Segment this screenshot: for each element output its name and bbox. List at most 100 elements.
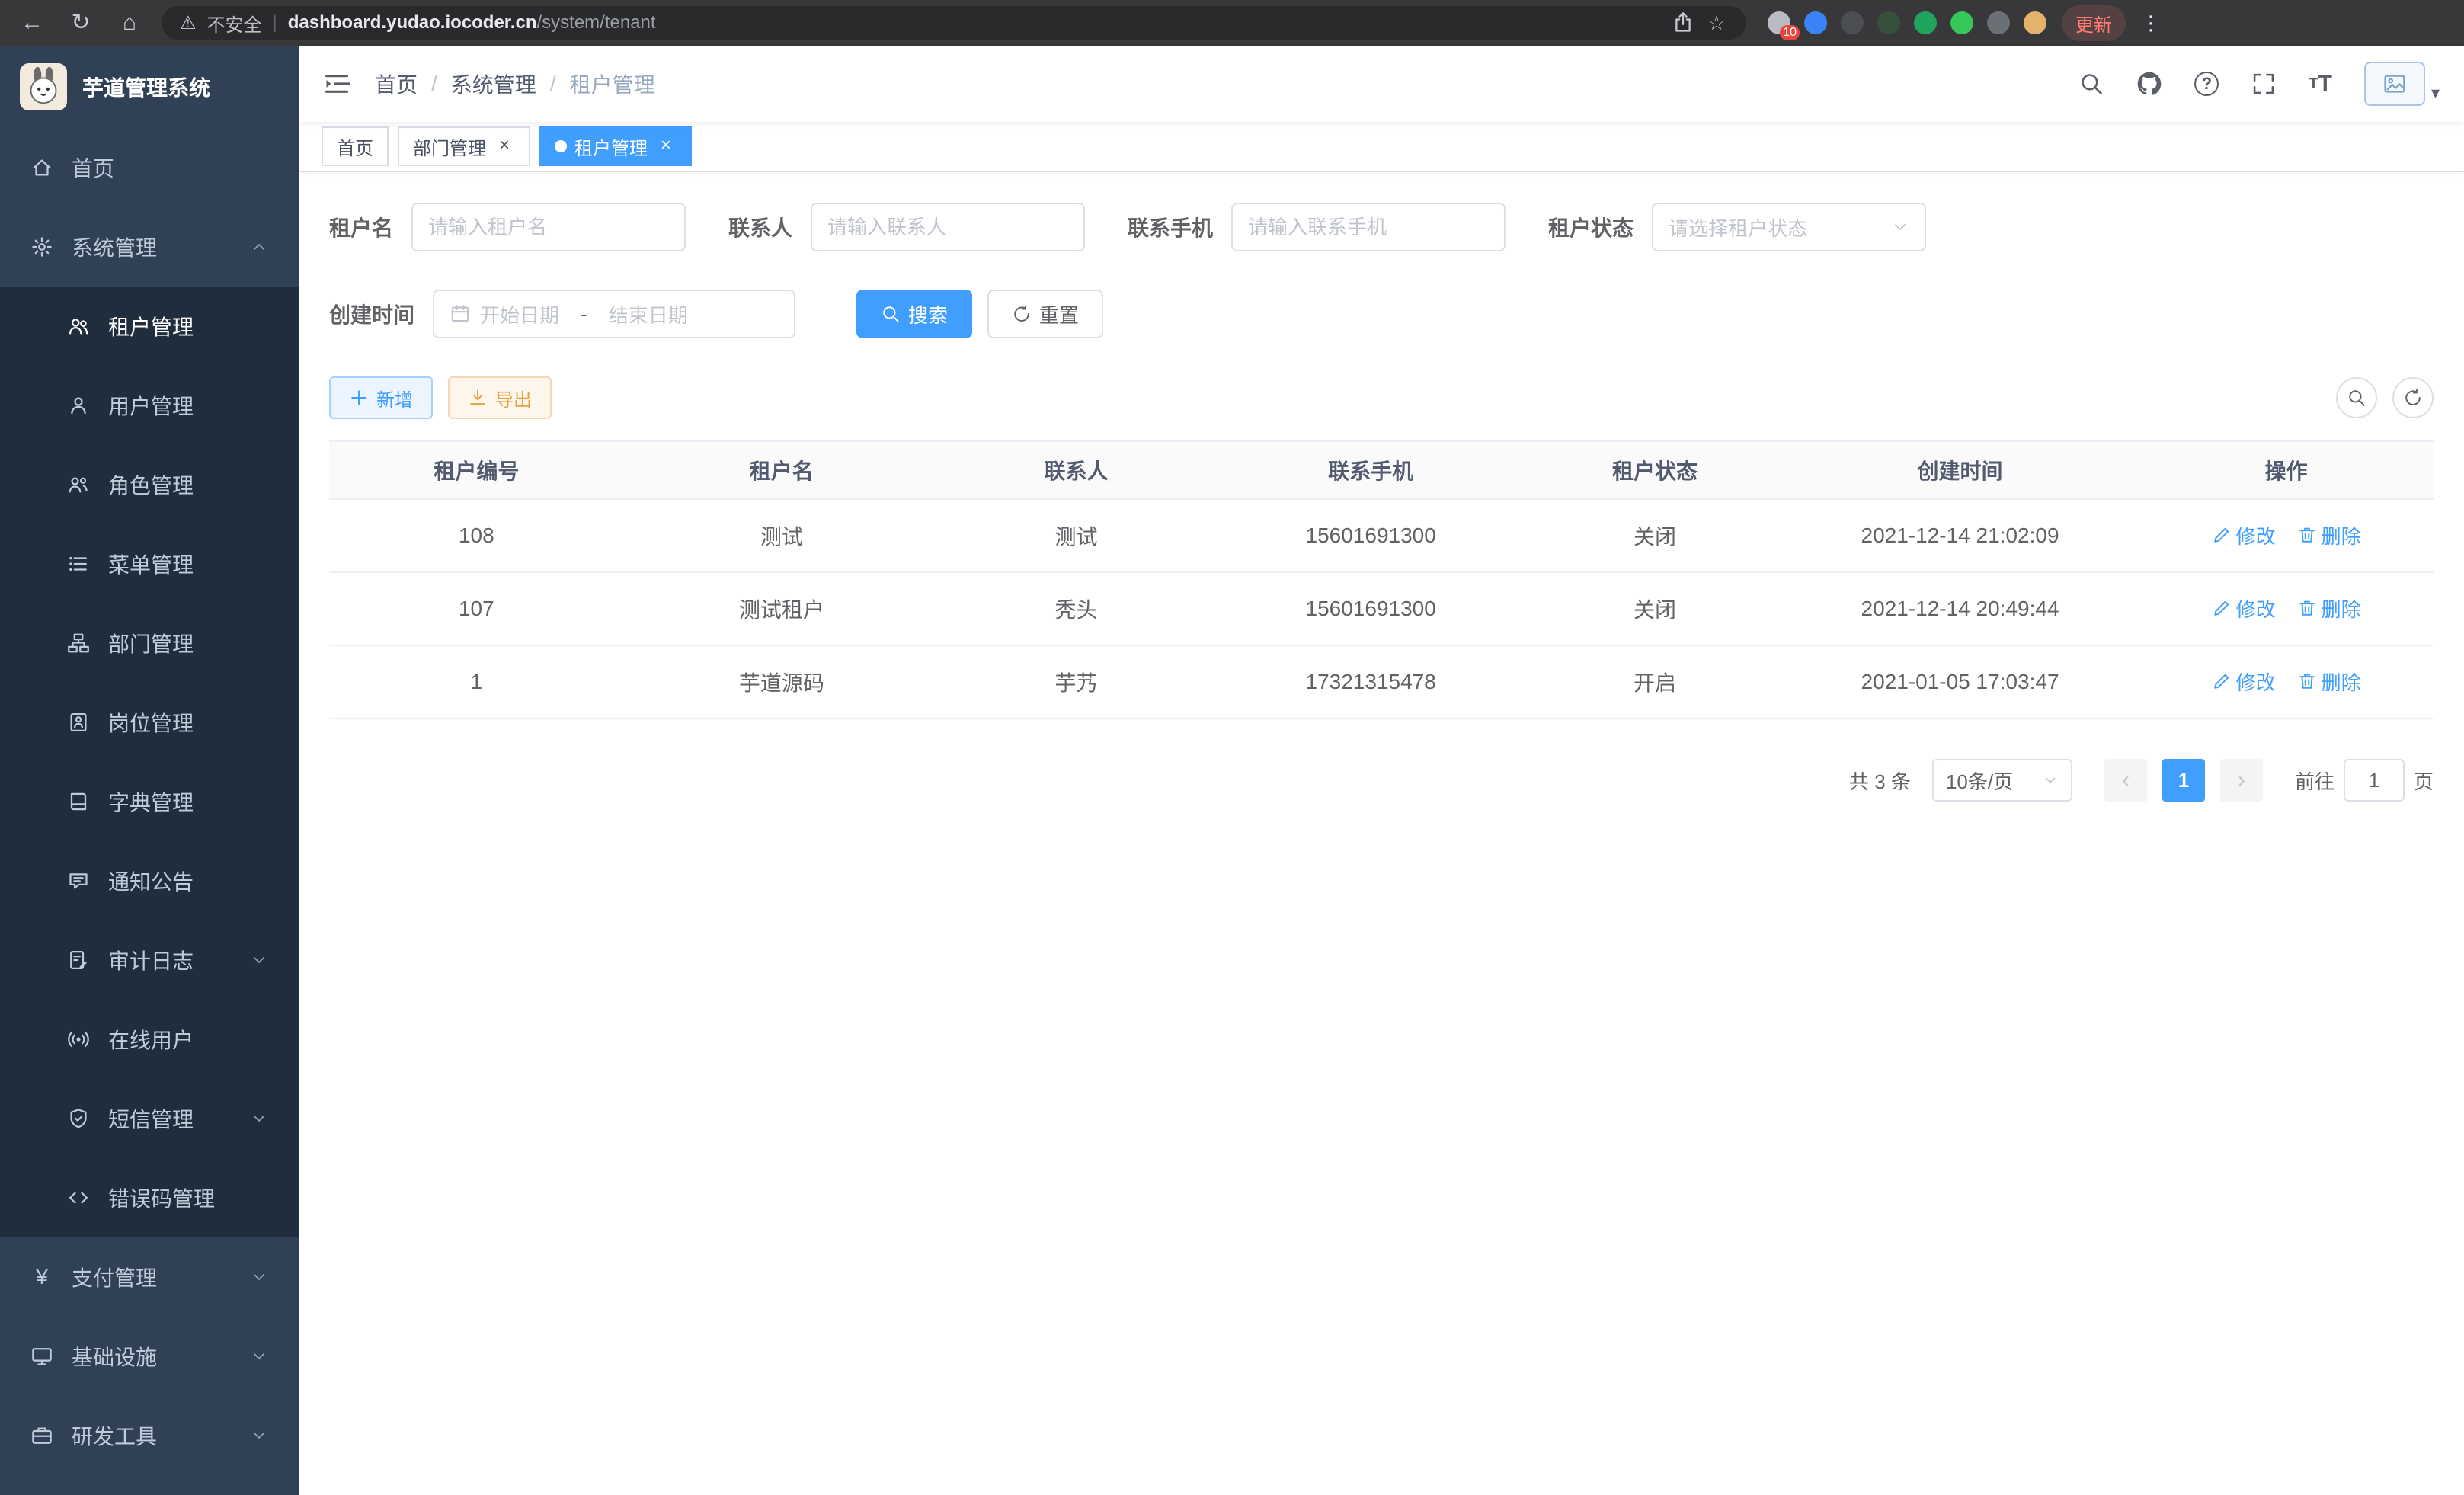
- navbar-actions: ? TT ▾: [2078, 62, 2440, 106]
- pagination: 共 3 条 10条/页 ‹ 1 › 前往 页: [329, 759, 2434, 802]
- contact-field: [811, 203, 1085, 251]
- export-button[interactable]: 导出: [448, 376, 552, 419]
- extension-icon[interactable]: [1877, 11, 1900, 34]
- create-time-range[interactable]: 开始日期 - 结束日期: [433, 290, 795, 338]
- cell-contact: 芋艿: [939, 645, 1213, 719]
- sidebar-item-tools[interactable]: 研发工具: [0, 1396, 299, 1475]
- toggle-search-button[interactable]: [2336, 377, 2377, 418]
- chevron-down-icon: [1891, 218, 1909, 236]
- search-button-label: 搜索: [908, 300, 948, 328]
- logo-image: [20, 63, 67, 110]
- tree-icon: [67, 632, 90, 655]
- sidebar-item-label: 岗位管理: [108, 707, 194, 738]
- extension-icon[interactable]: [1914, 11, 1937, 34]
- breadcrumb-separator: /: [431, 72, 437, 96]
- breadcrumb-separator: /: [550, 72, 556, 96]
- security-label: 不安全: [207, 10, 262, 37]
- sidebar-item-errcode[interactable]: 错误码管理: [0, 1158, 299, 1237]
- search-button[interactable]: 搜索: [856, 290, 972, 338]
- tenant-name-label: 租户名: [329, 212, 393, 242]
- edit-link[interactable]: 修改: [2212, 594, 2276, 623]
- extension-icon[interactable]: [1950, 11, 1973, 34]
- sidebar-item-user[interactable]: 用户管理: [0, 366, 299, 445]
- column-header: 租户编号: [329, 441, 624, 499]
- sidebar-item-pay[interactable]: ¥支付管理: [0, 1237, 299, 1317]
- sidebar-item-label: 审计日志: [108, 945, 194, 975]
- page-size-select[interactable]: 10条/页: [1932, 759, 2072, 802]
- bookmark-star-icon[interactable]: ☆: [1705, 13, 1728, 33]
- sidebar: 芋道管理系统 首页系统管理租户管理用户管理角色管理菜单管理部门管理岗位管理字典管…: [0, 46, 299, 1495]
- end-date-placeholder: 结束日期: [609, 300, 688, 328]
- cell-name: 芋道源码: [624, 645, 939, 719]
- breadcrumb-item[interactable]: 首页: [375, 69, 418, 99]
- refresh-list-button[interactable]: [2392, 377, 2434, 418]
- tenant-name-input[interactable]: [428, 216, 669, 239]
- tenant-status-select[interactable]: 请选择租户状态: [1652, 203, 1926, 251]
- extension-icon[interactable]: [1987, 11, 2010, 34]
- extension-icon[interactable]: [1804, 11, 1827, 34]
- sidebar-item-label: 错误码管理: [108, 1183, 215, 1213]
- sidebar-item-label: 短信管理: [108, 1103, 194, 1134]
- current-page-button[interactable]: 1: [2162, 759, 2205, 802]
- sidebar-item-role[interactable]: 角色管理: [0, 445, 299, 524]
- prev-page-button[interactable]: ‹: [2104, 759, 2147, 802]
- contact-input[interactable]: [827, 216, 1068, 239]
- sidebar-item-post[interactable]: 岗位管理: [0, 683, 299, 762]
- github-icon[interactable]: [2136, 71, 2162, 97]
- sidebar-item-dept[interactable]: 部门管理: [0, 603, 299, 683]
- close-tab-icon[interactable]: ×: [494, 136, 515, 157]
- extension-icon[interactable]: [2024, 11, 2046, 34]
- mobile-input[interactable]: [1248, 216, 1489, 239]
- update-button[interactable]: 更新: [2062, 5, 2126, 41]
- search-icon: [881, 304, 901, 324]
- sidebar-item-dict[interactable]: 字典管理: [0, 762, 299, 841]
- user-avatar[interactable]: ▾: [2364, 62, 2440, 106]
- next-page-button[interactable]: ›: [2220, 759, 2263, 802]
- sidebar-item-menu[interactable]: 菜单管理: [0, 524, 299, 603]
- delete-link[interactable]: 删除: [2297, 594, 2361, 623]
- close-tab-icon[interactable]: ×: [655, 136, 677, 157]
- delete-link[interactable]: 删除: [2297, 667, 2361, 696]
- edit-link[interactable]: 修改: [2212, 667, 2276, 696]
- edit-link[interactable]: 修改: [2212, 521, 2276, 549]
- refresh-icon: [2403, 388, 2423, 408]
- sidebar-item-label: 菜单管理: [108, 549, 194, 579]
- extension-icon[interactable]: 10: [1768, 11, 1790, 34]
- goto-page-input[interactable]: [2344, 759, 2405, 802]
- app-logo[interactable]: 芋道管理系统: [0, 46, 299, 128]
- sidebar-item-infra[interactable]: 基础设施: [0, 1317, 299, 1396]
- share-icon[interactable]: [1672, 11, 1694, 34]
- tab-home[interactable]: 首页: [322, 126, 389, 166]
- back-icon[interactable]: ←: [15, 11, 49, 34]
- book-icon: [67, 790, 90, 813]
- browser-menu-icon[interactable]: ⋮: [2141, 11, 2156, 35]
- reload-icon[interactable]: ↻: [64, 11, 98, 34]
- sidebar-item-label: 部门管理: [108, 628, 194, 658]
- cell-status: 关闭: [1528, 572, 1781, 645]
- sidebar-item-audit[interactable]: 审计日志: [0, 920, 299, 1000]
- sidebar-menu: 首页系统管理租户管理用户管理角色管理菜单管理部门管理岗位管理字典管理通知公告审计…: [0, 128, 299, 1475]
- address-bar[interactable]: ⚠ 不安全 | dashboard.yudao.iocoder.cn/syste…: [162, 6, 1746, 40]
- sidebar-item-label: 支付管理: [72, 1262, 157, 1292]
- sidebar-item-home[interactable]: 首页: [0, 128, 299, 207]
- breadcrumb-item[interactable]: 系统管理: [451, 69, 536, 99]
- delete-link[interactable]: 删除: [2297, 521, 2361, 549]
- font-size-icon[interactable]: TT: [2309, 71, 2332, 97]
- fullscreen-icon[interactable]: [2251, 71, 2277, 97]
- sidebar-item-online[interactable]: 在线用户: [0, 1000, 299, 1079]
- sidebar-item-sms[interactable]: 短信管理: [0, 1079, 299, 1158]
- browser-home-icon[interactable]: ⌂: [113, 11, 146, 34]
- add-button[interactable]: 新增: [329, 376, 433, 419]
- browser-chrome: ← ↻ ⌂ ⚠ 不安全 | dashboard.yudao.iocoder.cn…: [0, 0, 2464, 46]
- sidebar-toggle-icon[interactable]: [323, 70, 350, 98]
- sidebar-item-notice[interactable]: 通知公告: [0, 841, 299, 920]
- reset-button[interactable]: 重置: [987, 290, 1103, 338]
- tab-dept[interactable]: 部门管理×: [398, 126, 530, 166]
- extension-icon[interactable]: [1841, 11, 1864, 34]
- edit-icon: [2212, 598, 2232, 618]
- sidebar-item-system[interactable]: 系统管理: [0, 207, 299, 287]
- search-icon[interactable]: [2078, 71, 2104, 97]
- tab-tenant[interactable]: 租户管理×: [539, 126, 692, 166]
- sidebar-item-tenant[interactable]: 租户管理: [0, 287, 299, 366]
- help-icon[interactable]: ?: [2194, 72, 2219, 96]
